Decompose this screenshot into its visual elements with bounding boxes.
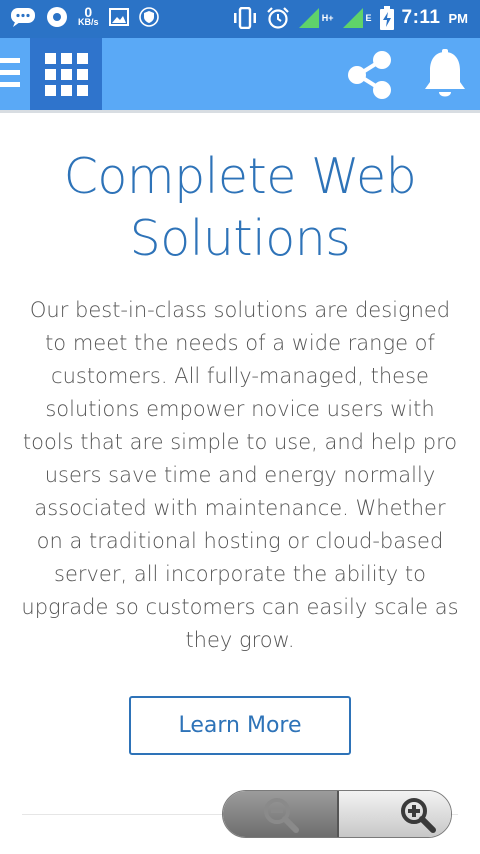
page-title: Complete Web Solutions: [0, 146, 480, 270]
speed-value: 0: [84, 4, 93, 20]
zoom-control: [222, 790, 452, 838]
vibrate-icon: [232, 7, 258, 29]
chat-icon: [10, 7, 36, 27]
notifications-button[interactable]: [420, 48, 470, 102]
network-speed: 0 KB/s: [78, 4, 99, 27]
alarm-icon: [266, 6, 290, 30]
network-type-label: H+: [321, 13, 334, 23]
clock-time: 7:11: [401, 7, 441, 28]
grid-icon: [44, 52, 88, 96]
battery-charging-icon: [379, 6, 394, 30]
image-icon: [108, 8, 129, 26]
title-line-1: Complete Web: [63, 148, 417, 205]
menu-icon[interactable]: [0, 58, 20, 88]
share-button[interactable]: [344, 48, 398, 102]
record-icon: [46, 6, 68, 28]
learn-more-button[interactable]: Learn More: [129, 696, 351, 755]
signal-icon: [342, 7, 364, 29]
zoom-out-button[interactable]: [223, 791, 339, 837]
header-divider: [0, 110, 480, 113]
apps-grid-button[interactable]: [30, 38, 102, 110]
description-paragraph: Our best-in-class solutions are designed…: [21, 298, 459, 652]
bell-icon: [425, 49, 465, 97]
zoom-in-icon: [401, 798, 436, 833]
zoom-in-button[interactable]: [339, 791, 451, 837]
title-line-2: Solutions: [129, 210, 351, 267]
signal-icon: [298, 7, 320, 29]
speed-unit: KB/s: [78, 17, 99, 27]
app-header: [0, 38, 480, 110]
clock-ampm: PM: [448, 10, 469, 26]
shield-icon: [138, 7, 159, 27]
network-type-label: E: [365, 13, 372, 23]
share-icon: [348, 51, 391, 99]
zoom-out-icon: [264, 798, 299, 833]
status-bar: 0 KB/s H+ E 7:11 PM: [0, 0, 480, 38]
